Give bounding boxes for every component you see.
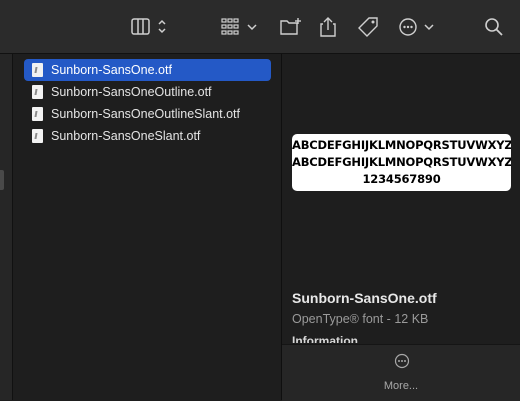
font-file-icon xyxy=(32,85,43,99)
font-file-icon xyxy=(32,107,43,121)
sample-line: ABCDEFGHIJKLMNOPQRSTUVWXYZ xyxy=(292,138,511,152)
preview-file-name: Sunborn-SansOne.otf xyxy=(292,290,437,306)
file-list: Sunborn-SansOne.otf Sunborn-SansOneOutli… xyxy=(13,54,282,400)
new-folder-button[interactable] xyxy=(278,12,304,42)
list-item[interactable]: Sunborn-SansOne.otf xyxy=(24,59,271,81)
preview-file-kind: OpenType® font - 12 KB xyxy=(292,312,429,326)
ellipsis-circle-icon xyxy=(399,18,434,36)
share-button[interactable] xyxy=(316,12,340,42)
tag-button[interactable] xyxy=(355,12,381,42)
folder-add-icon xyxy=(280,18,301,35)
tag-icon xyxy=(358,17,378,37)
file-name: Sunborn-SansOneOutline.otf xyxy=(51,85,212,99)
sample-line: ABCDEFGHIJKLMNOPQRSTUVWXYZ xyxy=(292,155,511,169)
font-file-icon xyxy=(32,129,43,143)
search-button[interactable] xyxy=(482,12,506,42)
more-button[interactable]: More... xyxy=(282,344,520,401)
file-name: Sunborn-SansOneOutlineSlant.otf xyxy=(51,107,241,121)
font-preview-thumbnail[interactable]: ABCDEFGHIJKLMNOPQRSTUVWXYZ ABCDEFGHIJKLM… xyxy=(292,134,511,191)
list-item[interactable]: Sunborn-SansOneOutline.otf xyxy=(24,81,271,103)
toolbar xyxy=(0,0,520,54)
list-item[interactable]: Sunborn-SansOneOutlineSlant.otf xyxy=(24,103,271,125)
view-columns-button[interactable] xyxy=(128,12,170,42)
grid-icon xyxy=(221,18,257,35)
sidebar-edge xyxy=(0,54,13,400)
sidebar-resize-handle[interactable] xyxy=(0,170,4,190)
font-file-icon xyxy=(32,63,43,77)
columns-icon xyxy=(131,18,166,35)
file-name: Sunborn-SansOne.otf xyxy=(51,63,172,77)
share-icon xyxy=(320,17,336,37)
preview-pane: ABCDEFGHIJKLMNOPQRSTUVWXYZ ABCDEFGHIJKLM… xyxy=(282,54,520,401)
group-button[interactable] xyxy=(218,12,260,42)
more-label: More... xyxy=(383,380,419,392)
ellipsis-circle-icon xyxy=(394,353,410,369)
sample-line: 1234567890 xyxy=(362,172,441,186)
action-button[interactable] xyxy=(396,12,436,42)
file-name: Sunborn-SansOneSlant.otf xyxy=(51,129,201,143)
information-heading: Information xyxy=(292,334,358,343)
list-item[interactable]: Sunborn-SansOneSlant.otf xyxy=(24,125,271,147)
search-icon xyxy=(485,18,503,36)
